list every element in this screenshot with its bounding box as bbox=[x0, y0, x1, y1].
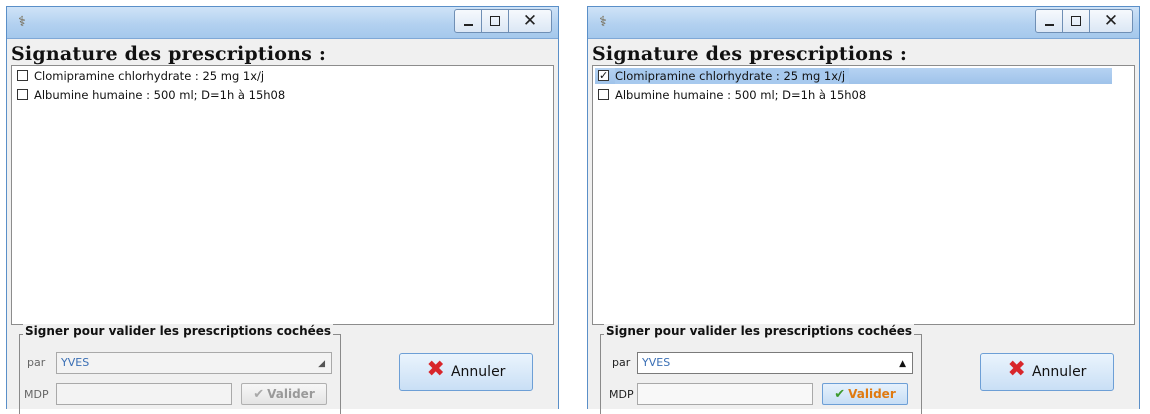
annuler-button[interactable]: ✖ Annuler bbox=[399, 353, 533, 391]
prescription-list[interactable]: Clomipramine chlorhydrate : 25 mg 1x/j A… bbox=[11, 65, 554, 325]
sign-group-title: Signer pour valider les prescriptions co… bbox=[23, 324, 334, 338]
dropdown-arrow-icon: ◢ bbox=[318, 359, 325, 369]
prescription-label: Clomipramine chlorhydrate : 25 mg 1x/j bbox=[34, 69, 265, 83]
checkbox[interactable] bbox=[17, 89, 28, 100]
cancel-x-icon: ✖ bbox=[1007, 357, 1026, 382]
minimize-button[interactable] bbox=[454, 9, 482, 33]
par-label: par bbox=[27, 356, 46, 369]
maximize-icon bbox=[490, 16, 500, 26]
user-select[interactable]: YVES ▲ bbox=[637, 352, 913, 374]
check-icon: ✔ bbox=[834, 387, 846, 402]
mdp-label: MDP bbox=[609, 388, 634, 401]
password-field[interactable] bbox=[56, 383, 232, 405]
checkbox-checked[interactable]: ✓ bbox=[598, 69, 609, 82]
window-controls: ✕ bbox=[1035, 9, 1133, 35]
user-value: YVES bbox=[642, 356, 671, 369]
minimize-icon bbox=[1045, 24, 1054, 26]
signature-window-right: ⚕ ✕ Signature des prescriptions : ✓ Clom… bbox=[587, 6, 1140, 414]
minimize-icon bbox=[464, 24, 473, 26]
cancel-x-icon: ✖ bbox=[426, 357, 445, 382]
checkmark-icon: ✓ bbox=[599, 69, 609, 82]
sign-group-title: Signer pour valider les prescriptions co… bbox=[604, 324, 915, 338]
title-bar[interactable]: ⚕ ✕ bbox=[588, 7, 1139, 39]
close-icon: ✕ bbox=[1103, 11, 1119, 31]
prescription-label: Albumine humaine : 500 ml; D=1h à 15h08 bbox=[34, 88, 286, 102]
prescription-label: Clomipramine chlorhydrate : 25 mg 1x/j bbox=[615, 68, 850, 84]
window-controls: ✕ bbox=[454, 9, 552, 35]
annuler-label: Annuler bbox=[450, 364, 506, 380]
page-title: Signature des prescriptions : bbox=[11, 43, 327, 65]
valider-label: Valider bbox=[848, 387, 896, 401]
mdp-label: MDP bbox=[24, 388, 49, 401]
signature-window-left: ⚕ ✕ Signature des prescriptions : Clomip… bbox=[6, 6, 559, 414]
valider-button[interactable]: ✔ Valider bbox=[822, 383, 908, 405]
close-icon: ✕ bbox=[522, 11, 538, 31]
valider-label: Valider bbox=[267, 387, 315, 401]
title-bar[interactable]: ⚕ ✕ bbox=[7, 7, 558, 39]
page-title: Signature des prescriptions : bbox=[592, 43, 908, 65]
par-label: par bbox=[612, 356, 631, 369]
user-select[interactable]: YVES ◢ bbox=[56, 352, 332, 374]
close-button[interactable]: ✕ bbox=[508, 9, 552, 33]
prescription-list[interactable]: ✓ Clomipramine chlorhydrate : 25 mg 1x/j… bbox=[592, 65, 1135, 325]
annuler-label: Annuler bbox=[1031, 364, 1087, 380]
maximize-icon bbox=[1071, 16, 1081, 26]
maximize-button[interactable] bbox=[481, 9, 509, 33]
user-value: YVES bbox=[61, 356, 90, 369]
annuler-button[interactable]: ✖ Annuler bbox=[980, 353, 1114, 391]
doctor-app-icon: ⚕ bbox=[599, 14, 607, 30]
dropdown-arrow-icon: ▲ bbox=[899, 359, 906, 369]
close-button[interactable]: ✕ bbox=[1089, 9, 1133, 33]
maximize-button[interactable] bbox=[1062, 9, 1090, 33]
checkbox[interactable] bbox=[598, 89, 609, 100]
minimize-button[interactable] bbox=[1035, 9, 1063, 33]
prescription-label: Albumine humaine : 500 ml; D=1h à 15h08 bbox=[615, 88, 867, 102]
checkbox[interactable] bbox=[17, 70, 28, 81]
check-icon: ✔ bbox=[253, 387, 265, 402]
valider-button[interactable]: ✔ Valider bbox=[241, 383, 327, 405]
doctor-app-icon: ⚕ bbox=[18, 14, 26, 30]
password-field[interactable] bbox=[637, 383, 813, 405]
list-item-selected[interactable]: ✓ Clomipramine chlorhydrate : 25 mg 1x/j bbox=[595, 68, 1112, 84]
